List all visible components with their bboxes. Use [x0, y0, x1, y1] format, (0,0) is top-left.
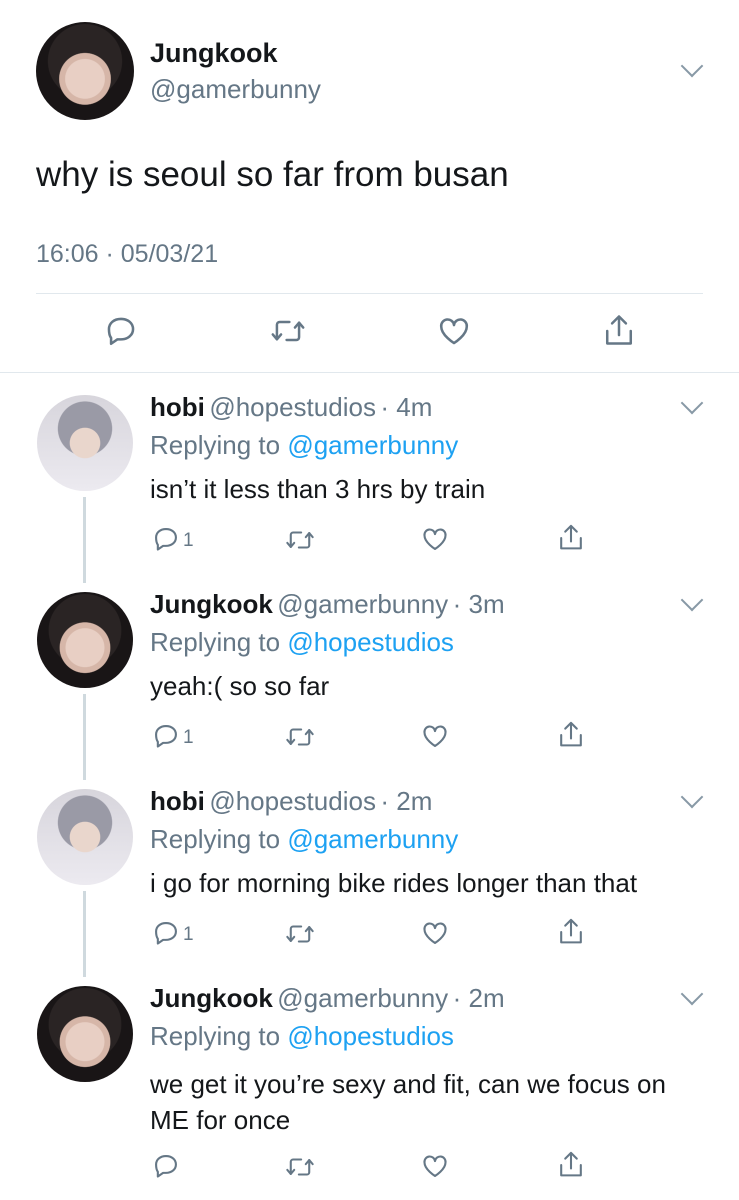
replying-to-label: Replying to — [150, 824, 281, 854]
replying-to-label: Replying to — [150, 1021, 281, 1051]
author-handle[interactable]: @hopestudios — [209, 392, 376, 422]
share-icon[interactable] — [557, 1150, 585, 1180]
like-icon[interactable] — [421, 919, 449, 947]
author-handle[interactable]: @gamerbunny — [150, 74, 321, 105]
avatar[interactable] — [37, 395, 133, 491]
replying-to: Replying to @gamerbunny — [150, 824, 458, 855]
share-icon[interactable] — [602, 313, 636, 349]
replying-to-label: Replying to — [150, 627, 281, 657]
author-name[interactable]: Jungkook — [150, 589, 273, 619]
like-icon[interactable] — [421, 525, 449, 553]
reply-time: · 2m — [380, 786, 433, 816]
reply-header: hobi @hopestudios · 2m — [150, 786, 432, 817]
replying-to-label: Replying to — [150, 430, 281, 460]
reply-icon[interactable] — [104, 314, 138, 348]
reply-icon[interactable] — [152, 525, 180, 553]
share-icon[interactable] — [557, 917, 585, 947]
reply-text: we get it you’re sexy and fit, can we fo… — [150, 1069, 666, 1135]
retweet-icon[interactable] — [285, 724, 315, 750]
reply-text: isn’t it less than 3 hrs by train — [150, 474, 486, 504]
thread-line — [83, 891, 86, 977]
chevron-down-icon[interactable] — [680, 982, 704, 1006]
tweet-text: why is seoul so far from busan — [36, 155, 509, 194]
replying-to: Replying to @hopestudios — [150, 627, 454, 658]
divider — [36, 293, 703, 294]
mention-link[interactable]: @hopestudios — [287, 627, 454, 657]
avatar[interactable] — [37, 592, 133, 688]
reply-count: 1 — [183, 530, 194, 551]
reply-icon[interactable] — [152, 919, 180, 947]
reply-time: · 3m — [452, 589, 505, 619]
replying-to: Replying to @hopestudios — [150, 1021, 454, 1052]
author-name[interactable]: Jungkook — [150, 38, 278, 69]
chevron-down-icon[interactable] — [680, 588, 704, 612]
share-icon[interactable] — [557, 523, 585, 553]
reply-icon[interactable] — [152, 1152, 180, 1180]
avatar[interactable] — [37, 789, 133, 885]
reply-time: · 2m — [452, 983, 505, 1013]
like-icon[interactable] — [437, 314, 471, 348]
author-handle[interactable]: @gamerbunny — [277, 983, 448, 1013]
thread-line — [83, 497, 86, 583]
retweet-icon[interactable] — [285, 1154, 315, 1180]
thread-line — [83, 694, 86, 780]
reply-count: 1 — [183, 727, 194, 748]
retweet-icon[interactable] — [270, 315, 306, 347]
reply-icon[interactable] — [152, 722, 180, 750]
retweet-icon[interactable] — [285, 921, 315, 947]
author-name[interactable]: Jungkook — [150, 983, 273, 1013]
mention-link[interactable]: @gamerbunny — [287, 430, 458, 460]
reply-count: 1 — [183, 924, 194, 945]
avatar[interactable] — [37, 986, 133, 1082]
reply-time: · 4m — [380, 392, 433, 422]
chevron-down-icon[interactable] — [680, 54, 704, 78]
reply-text: i go for morning bike rides longer than … — [150, 868, 638, 898]
reply-text: yeah:( so so far — [150, 671, 330, 701]
author-handle[interactable]: @gamerbunny — [277, 589, 448, 619]
reply-header: Jungkook @gamerbunny · 3m — [150, 589, 505, 620]
author-handle[interactable]: @hopestudios — [209, 786, 376, 816]
like-icon[interactable] — [421, 722, 449, 750]
mention-link[interactable]: @gamerbunny — [287, 824, 458, 854]
author-name[interactable]: hobi — [150, 392, 205, 422]
author-name[interactable]: hobi — [150, 786, 205, 816]
avatar[interactable] — [36, 22, 134, 120]
tweet-timestamp: 16:06 · 05/03/21 — [36, 240, 219, 268]
retweet-icon[interactable] — [285, 527, 315, 553]
chevron-down-icon[interactable] — [680, 391, 704, 415]
share-icon[interactable] — [557, 720, 585, 750]
reply-header: hobi @hopestudios · 4m — [150, 392, 432, 423]
divider — [0, 372, 739, 373]
like-icon[interactable] — [421, 1152, 449, 1180]
replying-to: Replying to @gamerbunny — [150, 430, 458, 461]
reply-header: Jungkook @gamerbunny · 2m — [150, 983, 505, 1014]
mention-link[interactable]: @hopestudios — [287, 1021, 454, 1051]
chevron-down-icon[interactable] — [680, 785, 704, 809]
